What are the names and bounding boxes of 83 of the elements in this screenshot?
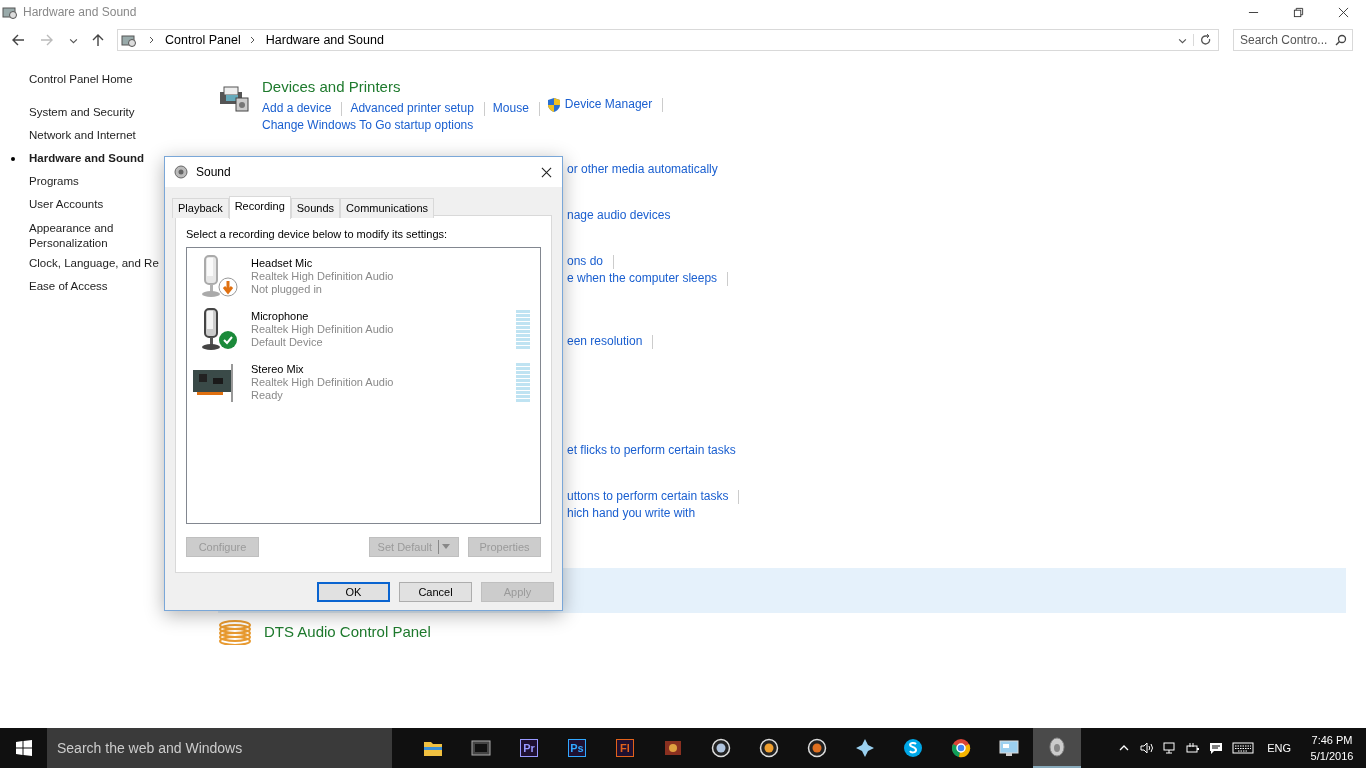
device-status: Not plugged in (251, 283, 323, 296)
monitor-icon (999, 738, 1019, 758)
link[interactable]: Add a device (262, 99, 332, 118)
round-app-icon (807, 738, 827, 758)
device-name: Stereo Mix (251, 363, 305, 376)
search-icon (1335, 34, 1347, 46)
search-field[interactable]: Search the web and Windows (47, 728, 392, 768)
volume-icon[interactable] (1140, 742, 1155, 754)
breadcrumb[interactable]: Hardware and Sound (265, 33, 384, 47)
dialog-button[interactable]: Cancel (399, 582, 472, 602)
back-arrow-icon[interactable] (11, 33, 25, 47)
tab[interactable]: Sounds (290, 198, 341, 218)
app-icon: Fl (616, 739, 634, 757)
app-icon: Ps (568, 739, 586, 757)
link[interactable]: Mouse (492, 99, 529, 118)
window-title: Hardware and Sound (23, 5, 137, 19)
sidebar-link[interactable]: Network and Internet (0, 124, 218, 147)
app-icon: Pr (520, 739, 538, 757)
language-indicator[interactable]: ENG (1267, 742, 1291, 754)
device-status: Ready (251, 389, 284, 402)
coil-icon (218, 619, 252, 645)
tab[interactable]: Playback (172, 198, 229, 218)
link[interactable]: Advanced printer setup (350, 99, 474, 118)
keyboard-icon[interactable] (1232, 742, 1255, 754)
device-driver: Realtek High Definition Audio (251, 376, 394, 389)
device-item[interactable]: Headset Mic Realtek High Definition Audio Not plugged in (187, 254, 540, 307)
taskbar-app[interactable]: Ps (553, 728, 601, 768)
clock-date[interactable]: 5/1/2016 (1310, 748, 1354, 764)
device-driver: Realtek High Definition Audio (251, 323, 394, 336)
link[interactable]: e when the computer sleeps (567, 270, 718, 287)
sidebar-link[interactable]: System and Security (0, 101, 218, 124)
sidebar-link[interactable]: Appearance and Personalization (0, 220, 129, 252)
network-icon[interactable] (1163, 742, 1178, 754)
device-name: Headset Mic (251, 257, 314, 270)
sidebar-link[interactable]: Control Panel Home (0, 68, 218, 91)
link[interactable]: or other media automatically (567, 161, 718, 178)
game-icon (663, 738, 683, 758)
link[interactable]: et flicks to perform certain tasks (567, 442, 736, 459)
close-icon[interactable] (541, 166, 552, 178)
link[interactable]: nage audio devices (567, 207, 671, 224)
device-status: Default Device (251, 336, 324, 349)
search-field[interactable]: Search Contro... (1233, 29, 1353, 51)
link[interactable]: Change Windows To Go startup options (262, 117, 474, 135)
taskbar-app[interactable]: Pr (505, 728, 553, 768)
printer-icon (218, 84, 250, 112)
message-icon[interactable] (1209, 742, 1224, 754)
device-item[interactable]: Stereo Mix Realtek High Definition Audio Ready (187, 360, 540, 413)
address-bar[interactable]: Control Panel Hardware and Sound (117, 29, 1219, 51)
tab[interactable]: Communications (340, 198, 434, 218)
film-icon (471, 738, 491, 758)
chevron-icon (249, 36, 256, 44)
device-name: Microphone (251, 310, 310, 323)
link[interactable]: ons do (567, 253, 604, 270)
chevron-icon (149, 36, 155, 44)
speaker-icon (1047, 737, 1067, 757)
control-panel-icon (121, 32, 137, 48)
instruction-text: Select a recording device below to modify its settings: (186, 228, 449, 242)
clock-time[interactable]: 7:46 PM (1311, 732, 1353, 748)
chat-bubble-icon (903, 738, 923, 758)
level-meter (516, 310, 530, 349)
up-arrow-icon[interactable] (91, 33, 105, 47)
category-title[interactable]: Devices and Printers (262, 78, 672, 96)
link[interactable]: uttons to perform certain tasks (567, 488, 729, 505)
device-item[interactable]: Microphone Realtek High Definition Audio Default Device (187, 307, 540, 360)
round-app-icon (711, 738, 731, 758)
link[interactable]: Device Manager (564, 96, 653, 114)
link[interactable]: een resolution (567, 333, 643, 350)
round-app-icon (759, 738, 779, 758)
battery-icon[interactable] (1186, 742, 1201, 754)
taskbar-app[interactable] (1033, 728, 1081, 768)
dialog-button[interactable]: OK (317, 582, 390, 602)
category-title[interactable]: DTS Audio Control Panel (264, 623, 431, 641)
taskbar-app[interactable]: Fl (601, 728, 649, 768)
level-meter (516, 363, 530, 402)
device-driver: Realtek High Definition Audio (251, 270, 394, 283)
tab[interactable]: Recording (228, 196, 291, 219)
joystick-icon (855, 738, 875, 758)
speaker-icon (174, 165, 188, 179)
dialog-title: Sound (196, 165, 231, 179)
browser-icon (951, 738, 971, 758)
link[interactable]: hich hand you write with (567, 505, 696, 522)
breadcrumb[interactable]: Control Panel (165, 33, 241, 47)
control-panel-icon (2, 4, 18, 20)
